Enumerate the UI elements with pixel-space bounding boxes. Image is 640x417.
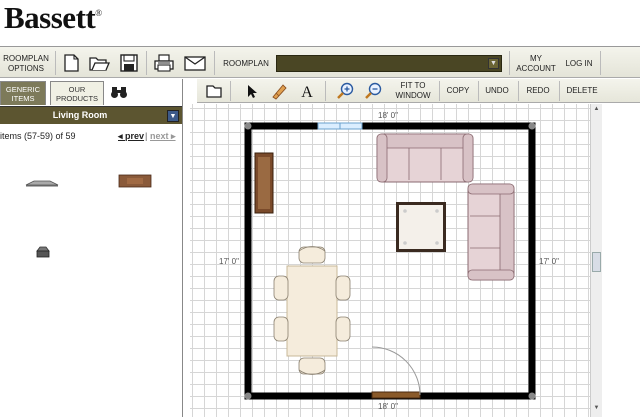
sofa-right[interactable]: [467, 183, 515, 281]
text-tool-icon[interactable]: A: [297, 82, 317, 100]
drawing-toolbar: A FIT TO WINDOW COPY UNDO REDO DELETE: [197, 79, 640, 103]
main-toolbar: ROOMPLAN OPTIONS ROOMPLAN ▼ MY ACCOUNT L…: [0, 46, 640, 78]
chevron-down-icon[interactable]: ▼: [488, 58, 499, 69]
door-swing-arc: [371, 346, 421, 396]
next-label: next: [150, 131, 169, 141]
next-link[interactable]: next ▸: [150, 131, 176, 142]
toolbar-divider: [325, 81, 326, 101]
chevron-down-icon[interactable]: ▼: [167, 110, 179, 122]
sofa-top[interactable]: [376, 133, 474, 183]
pager-separator: |: [145, 131, 148, 141]
category-label: Living Room: [52, 110, 108, 120]
toolbar-divider: [518, 81, 519, 101]
catalog-item-ottoman-thumbnail[interactable]: [34, 245, 52, 259]
undo-button[interactable]: UNDO: [482, 86, 512, 95]
email-envelope-icon[interactable]: [184, 53, 206, 73]
sideboard-top: [258, 157, 270, 209]
brand-logo: Bassett®: [4, 0, 102, 35]
catalog-panel: GENERIC ITEMS OUR PRODUCTS Living Room ▼…: [0, 79, 183, 417]
toolbar-divider: [55, 51, 56, 75]
my-account-link[interactable]: MY ACCOUNT: [514, 54, 558, 74]
wall-corner-handle[interactable]: [528, 122, 536, 130]
toolbar-divider: [509, 51, 510, 75]
catalog-item-dresser-thumbnail[interactable]: [117, 173, 153, 189]
scroll-down-arrow-icon[interactable]: ▼: [592, 405, 601, 415]
scrollbar-thumb[interactable]: [592, 252, 601, 272]
wall-corner-handle[interactable]: [244, 392, 252, 400]
print-icon[interactable]: [153, 53, 175, 73]
scroll-up-arrow-icon[interactable]: ▲: [592, 106, 601, 116]
select-arrow-icon[interactable]: [241, 82, 261, 100]
room-shape-icon[interactable]: [204, 82, 224, 100]
tab-our-products[interactable]: OUR PRODUCTS: [50, 81, 104, 105]
wall-corner-handle[interactable]: [528, 392, 536, 400]
binoculars-search-icon[interactable]: [110, 85, 128, 99]
dining-set[interactable]: [273, 246, 351, 375]
toolbar-divider: [230, 81, 231, 101]
items-count: items (57-59) of 59: [0, 131, 76, 141]
dimension-bottom: 18' 0": [378, 402, 398, 411]
prev-label: prev: [125, 131, 145, 141]
wall-corner-handle[interactable]: [244, 122, 252, 130]
zoom-out-icon[interactable]: [364, 82, 384, 100]
toolbar-divider: [600, 51, 601, 75]
delete-button[interactable]: DELETE: [563, 86, 601, 95]
canvas-scrollbar[interactable]: ▲ ▼: [590, 104, 602, 417]
open-folder-icon[interactable]: [88, 53, 110, 73]
wall-pencil-icon[interactable]: [269, 82, 289, 100]
pagination: items (57-59) of 59 ◂ prev | next ▸: [0, 129, 182, 143]
svg-text:A: A: [301, 84, 313, 100]
new-file-icon[interactable]: [60, 53, 82, 73]
toolbar-divider: [146, 51, 147, 75]
brand-name: Bassett: [4, 0, 96, 35]
roomplan-label: ROOMPLAN: [223, 59, 269, 68]
copy-button[interactable]: COPY: [443, 86, 473, 95]
toolbar-divider: [439, 81, 440, 101]
log-in-link[interactable]: LOG IN: [562, 59, 596, 69]
floorplan-canvas[interactable]: 18' 0" 18' 0" 17' 0" 17' 0": [190, 104, 590, 417]
dimension-left: 17' 0": [219, 257, 239, 266]
door[interactable]: [371, 391, 421, 399]
registered-mark: ®: [95, 8, 102, 18]
toolbar-divider: [559, 81, 560, 101]
toolbar-divider: [478, 81, 479, 101]
coffee-table[interactable]: [396, 202, 446, 252]
zoom-in-icon[interactable]: [336, 82, 356, 100]
dimension-right: 17' 0": [539, 257, 559, 266]
category-select[interactable]: Living Room ▼: [0, 106, 182, 124]
save-disk-icon[interactable]: [118, 53, 140, 73]
app-root: Bassett® ROOMPLAN OPTIONS ROOMPLAN ▼ MY …: [0, 0, 640, 417]
dimension-top: 18' 0": [378, 111, 398, 120]
fit-to-window-button[interactable]: FIT TO WINDOW: [391, 81, 435, 101]
redo-button[interactable]: REDO: [522, 86, 554, 95]
tab-generic-items[interactable]: GENERIC ITEMS: [0, 81, 46, 105]
roomplan-options-button[interactable]: ROOMPLAN OPTIONS: [2, 54, 50, 74]
prev-link[interactable]: ◂ prev: [118, 131, 144, 142]
toolbar-divider: [214, 51, 215, 75]
roomplan-select[interactable]: ▼: [276, 55, 502, 72]
catalog-item-rug-thumbnail[interactable]: [24, 178, 60, 188]
floorplan-drawing: [244, 122, 536, 400]
